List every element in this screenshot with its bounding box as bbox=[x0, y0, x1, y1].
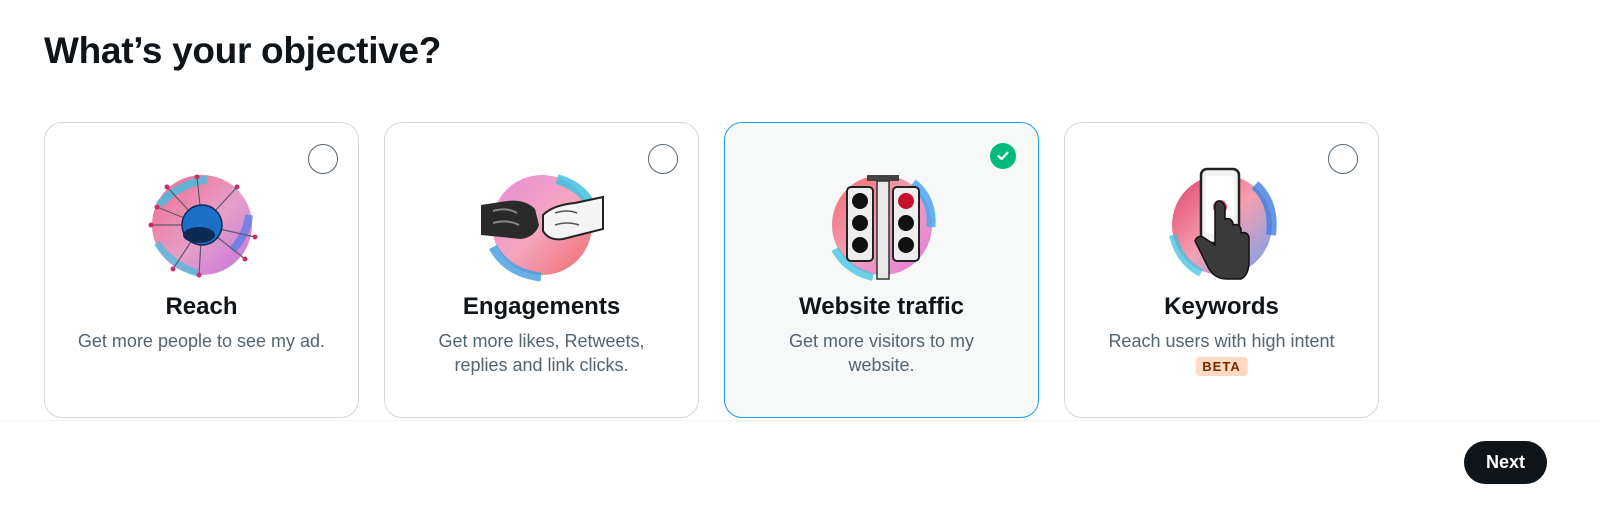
objective-card-engagements[interactable]: Engagements Get more likes, Retweets, re… bbox=[384, 122, 699, 418]
reach-network-icon bbox=[148, 174, 257, 278]
phone-tap-icon bbox=[1168, 167, 1277, 280]
fist-bump-icon bbox=[480, 174, 604, 282]
objective-card-reach[interactable]: Reach Get more people to see my ad. bbox=[44, 122, 359, 418]
checkmark-icon[interactable] bbox=[990, 143, 1016, 169]
radio-unchecked-icon[interactable] bbox=[648, 144, 678, 174]
traffic-light-icon bbox=[830, 175, 936, 281]
page-title: What’s your objective? bbox=[44, 30, 442, 71]
card-description: Get more people to see my ad. bbox=[77, 331, 326, 351]
radio-unchecked-icon[interactable] bbox=[1328, 144, 1358, 174]
objective-card-keywords[interactable]: Keywords Reach users with high intent BE… bbox=[1064, 122, 1379, 418]
card-title: Reach bbox=[165, 293, 238, 320]
card-description: Get more visitors to my website. bbox=[788, 331, 975, 375]
footer-divider bbox=[0, 420, 1600, 421]
card-title: Engagements bbox=[462, 293, 621, 320]
card-description: Reach users with high intent bbox=[1108, 331, 1335, 351]
radio-unchecked-icon[interactable] bbox=[308, 144, 338, 174]
beta-badge: BETA bbox=[1195, 357, 1248, 376]
next-button[interactable]: Next bbox=[1464, 441, 1547, 484]
card-title: Website traffic bbox=[799, 293, 964, 320]
card-description: Get more likes, Retweets, replies and li… bbox=[438, 331, 645, 375]
card-title: Keywords bbox=[1164, 293, 1279, 320]
objective-cards: Reach Get more people to see my ad. Enga… bbox=[44, 122, 1379, 418]
objective-card-website-traffic[interactable]: Website traffic Get more visitors to my … bbox=[724, 122, 1039, 418]
